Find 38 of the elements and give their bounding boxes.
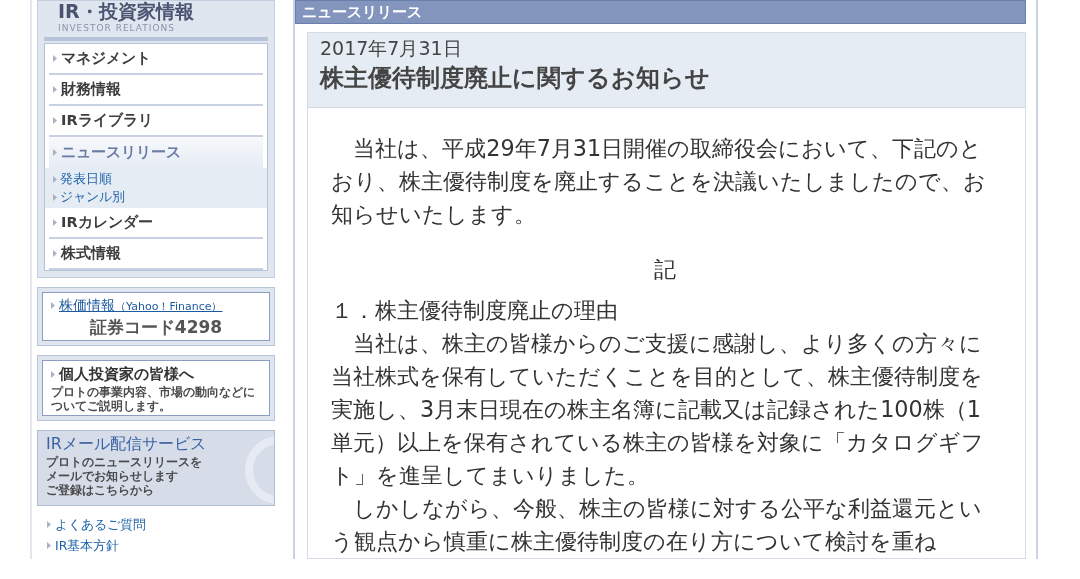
mail-service-description: プロトのニュースリリースを メールでお知らせします ご登録はこちらから bbox=[46, 455, 202, 498]
sidebar-link[interactable]: IR基本方針 bbox=[47, 535, 275, 557]
menu-item[interactable]: IRカレンダー bbox=[49, 208, 263, 240]
sidebar-link[interactable]: よくあるご質問 bbox=[47, 514, 275, 536]
body-paragraph: 当社は、株主の皆様からのご支援に感謝し、より多くの方々に当社株式を保有していただくことを目的として、株主優待制度を実施し、3月末日現在の株主名簿に記載又は記録された100株（1単元）以上を保有されている株主の皆様を対象に「カタログギフト」を進呈してまいりました。 bbox=[331, 329, 985, 490]
mail-service-banner[interactable]: IRメール配信サービス プロトのニュースリリースを メールでお知らせします ご登録はこちらから bbox=[37, 430, 275, 507]
stock-price-link[interactable]: 株価情報（Yahoo！Finance） bbox=[59, 295, 223, 317]
chevron-icon bbox=[53, 149, 57, 157]
chevron-icon bbox=[53, 219, 57, 227]
investor-title: 個人投資家の皆様へ bbox=[59, 364, 194, 385]
body-paragraph: しかしながら、今般、株主の皆様に対する公平な利益還元という観点から慎重に株主優待制度の在り方について検討を重ね bbox=[331, 494, 984, 556]
section-heading: １．株主優待制度廃止の理由 bbox=[331, 296, 619, 325]
chevron-icon bbox=[53, 175, 57, 183]
chevron-icon bbox=[53, 117, 57, 125]
chevron-icon bbox=[53, 250, 57, 258]
securities-code: 証券コード4298 bbox=[88, 316, 224, 339]
menu-item[interactable]: マネジメント bbox=[49, 44, 263, 76]
menu-item[interactable]: ニュースリリース bbox=[49, 137, 263, 169]
submenu-item[interactable]: ジャンル別 bbox=[53, 188, 259, 207]
investor-description: プロトの事業内容、市場の動向などに ついてご説明します。 bbox=[51, 385, 256, 414]
investor-card[interactable]: 個人投資家の皆様へ プロトの事業内容、市場の動向などに ついてご説明します。 bbox=[42, 360, 270, 417]
article-title: 株主優待制度廃止に関するお知らせ bbox=[320, 63, 711, 94]
chevron-icon bbox=[51, 370, 55, 378]
menu-item[interactable]: 財務情報 bbox=[49, 75, 263, 107]
body-paragraph: 当社は、平成29年7月31日開催の取締役会において、下記のとおり、株主優待制度を廃止することを決議いたしましたので、お知らせいたします。 bbox=[331, 134, 987, 229]
section-header: ニュースリリース bbox=[295, 0, 1026, 24]
chevron-icon bbox=[47, 521, 51, 529]
chevron-icon bbox=[53, 55, 57, 63]
centered-heading: 記 bbox=[652, 255, 677, 284]
mail-service-title: IRメール配信サービス bbox=[46, 433, 207, 455]
chevron-icon bbox=[51, 302, 55, 310]
menu-item[interactable]: 株式情報 bbox=[49, 239, 263, 271]
submenu-item[interactable]: 発表日順 bbox=[53, 170, 259, 189]
chevron-icon bbox=[47, 542, 51, 550]
article-date: 2017年7月31日 bbox=[320, 36, 463, 61]
chevron-icon bbox=[53, 86, 57, 94]
sidebar-title: IR・投資家情報 bbox=[57, 1, 195, 22]
chevron-icon bbox=[53, 193, 57, 201]
